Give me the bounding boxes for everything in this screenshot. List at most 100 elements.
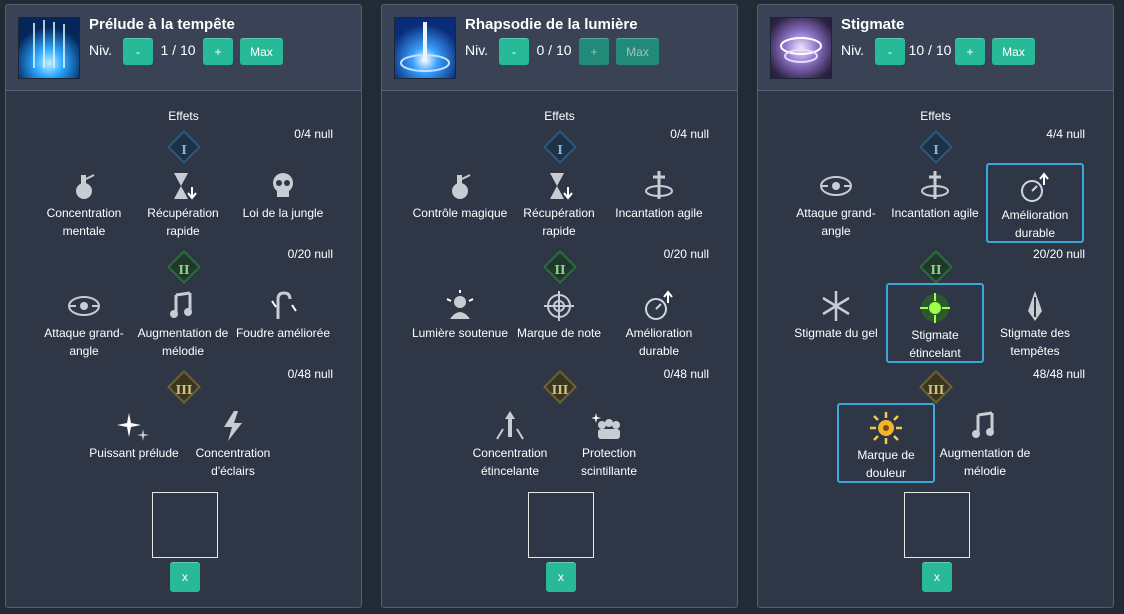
- increase-level-button[interactable]: +: [579, 38, 609, 65]
- remove-button[interactable]: x: [546, 562, 576, 592]
- effect-option[interactable]: Loi de la jungle: [234, 163, 332, 222]
- skill-panel: Prélude à la tempête Niv. - 1 / 10 + Max…: [5, 4, 362, 608]
- increase-level-button[interactable]: +: [203, 38, 233, 65]
- effect-option[interactable]: Protection scintillante: [560, 403, 658, 480]
- skill-icon: [770, 17, 832, 79]
- effects-label: Effets: [920, 109, 951, 123]
- effect-option[interactable]: Attaque grand-angle: [787, 163, 885, 240]
- tier-1-marker: I: [543, 130, 577, 164]
- effect-slot[interactable]: [904, 492, 970, 558]
- effect-slot[interactable]: [152, 492, 218, 558]
- effect-option[interactable]: Récupération rapide: [134, 163, 232, 240]
- wide-eye-icon: [67, 289, 101, 323]
- skill-icon: [394, 17, 456, 79]
- effect-option[interactable]: Incantation agile: [886, 163, 984, 222]
- tier-3-marker: III: [543, 370, 577, 404]
- effect-option-label: Contrôle magique: [412, 206, 508, 220]
- effect-option-label: Protection scintillante: [580, 446, 638, 478]
- sun-mark-icon: [869, 411, 903, 445]
- effect-option-label: Stigmate étincelant: [909, 328, 961, 360]
- effect-option[interactable]: Récupération rapide: [510, 163, 608, 240]
- tier-3-marker: III: [919, 370, 953, 404]
- effect-option[interactable]: Stigmate étincelant: [886, 283, 984, 363]
- skill-header: Stigmate Niv. - 10 / 10 + Max: [758, 5, 1113, 91]
- tier-2-count: 20/20 null: [1032, 247, 1085, 261]
- level-value: 10 / 10: [908, 42, 952, 58]
- max-level-button[interactable]: Max: [992, 38, 1035, 65]
- effect-option[interactable]: Concentration mentale: [35, 163, 133, 240]
- effect-option[interactable]: Marque de note: [510, 283, 608, 342]
- tier-1-count: 4/4 null: [1046, 127, 1085, 141]
- effect-option[interactable]: Foudre améliorée: [234, 283, 332, 342]
- effect-option-label: Récupération rapide: [523, 206, 595, 238]
- skill-title: Stigmate: [841, 16, 905, 33]
- lightning-cane-icon: [266, 289, 300, 323]
- tier-1-marker: I: [167, 130, 201, 164]
- stopwatch-up-icon: [1018, 171, 1052, 205]
- max-level-button[interactable]: Max: [616, 38, 659, 65]
- tier-3-count: 48/48 null: [1032, 367, 1085, 381]
- tier-2-marker: II: [543, 250, 577, 284]
- effect-option[interactable]: Stigmate des tempêtes: [986, 283, 1084, 360]
- effect-option-label: Incantation agile: [615, 206, 703, 220]
- stopwatch-up-icon: [642, 289, 676, 323]
- effect-option-label: Attaque grand-angle: [44, 326, 124, 358]
- effect-option-label: Stigmate du gel: [794, 326, 878, 340]
- effect-option-label: Puissant prélude: [89, 446, 179, 460]
- effect-option-label: Augmentation de mélodie: [137, 326, 229, 358]
- potion-icon: [67, 169, 101, 203]
- tier-2-marker: II: [919, 250, 953, 284]
- decrease-level-button[interactable]: -: [499, 38, 529, 65]
- remove-button[interactable]: x: [922, 562, 952, 592]
- effect-option-label: Amélioration durable: [1001, 208, 1069, 240]
- max-level-button[interactable]: Max: [240, 38, 283, 65]
- effect-option[interactable]: Amélioration durable: [610, 283, 708, 360]
- tier-1-marker: I: [919, 130, 953, 164]
- level-value: 0 / 10: [536, 42, 572, 58]
- music-note-icon: [166, 289, 200, 323]
- effect-option-label: Loi de la jungle: [242, 206, 324, 220]
- effect-option[interactable]: Augmentation de mélodie: [936, 403, 1034, 480]
- effect-option[interactable]: Stigmate du gel: [787, 283, 885, 342]
- effect-option[interactable]: Attaque grand-angle: [35, 283, 133, 360]
- effect-option-label: Foudre améliorée: [235, 326, 331, 340]
- tier-3-count: 0/48 null: [663, 367, 709, 381]
- effect-option-label: Attaque grand-angle: [796, 206, 876, 238]
- effect-option[interactable]: Puissant prélude: [85, 403, 183, 462]
- effect-option[interactable]: Amélioration durable: [986, 163, 1084, 243]
- effect-option[interactable]: Incantation agile: [610, 163, 708, 222]
- effect-option-label: Augmentation de mélodie: [939, 446, 1031, 478]
- effect-slot[interactable]: [528, 492, 594, 558]
- hourglass-icon: [166, 169, 200, 203]
- decrease-level-button[interactable]: -: [875, 38, 905, 65]
- potion-icon: [443, 169, 477, 203]
- effect-option-label: Concentration mentale: [46, 206, 122, 238]
- wide-eye-icon: [819, 169, 853, 203]
- effect-option[interactable]: Concentration étincelante: [461, 403, 559, 480]
- tier-3-count: 0/48 null: [287, 367, 333, 381]
- lightning-icon: [216, 409, 250, 443]
- skill-header: Prélude à la tempête Niv. - 1 / 10 + Max: [6, 5, 361, 91]
- burst-up-icon: [493, 409, 527, 443]
- skill-title: Prélude à la tempête: [89, 16, 235, 33]
- effects-label: Effets: [544, 109, 575, 123]
- skull-icon: [266, 169, 300, 203]
- effect-option[interactable]: Lumière soutenue: [411, 283, 509, 342]
- tier-2-marker: II: [167, 250, 201, 284]
- skill-title: Rhapsodie de la lumière: [465, 16, 638, 33]
- skill-icon: [18, 17, 80, 79]
- sword-swirl-icon: [918, 169, 952, 203]
- effect-option[interactable]: Concentration d'éclairs: [184, 403, 282, 480]
- effect-option[interactable]: Contrôle magique: [411, 163, 509, 222]
- effect-option-label: Marque de douleur: [857, 448, 915, 480]
- level-label: Niv.: [89, 42, 113, 58]
- decrease-level-button[interactable]: -: [123, 38, 153, 65]
- increase-level-button[interactable]: +: [955, 38, 985, 65]
- level-label: Niv.: [465, 42, 489, 58]
- sparkle-icon: [117, 409, 151, 443]
- effect-option[interactable]: Augmentation de mélodie: [134, 283, 232, 360]
- effect-option-label: Incantation agile: [891, 206, 979, 220]
- effect-option[interactable]: Marque de douleur: [837, 403, 935, 483]
- sun-figure-icon: [443, 289, 477, 323]
- remove-button[interactable]: x: [170, 562, 200, 592]
